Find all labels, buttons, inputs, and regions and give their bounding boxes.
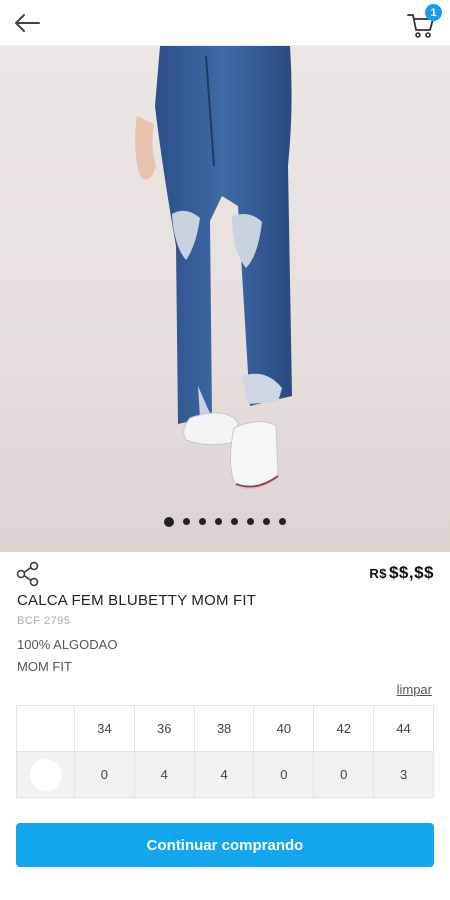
pagination-dot[interactable] (215, 518, 222, 525)
continue-shopping-button[interactable]: Continuar comprando (16, 823, 434, 867)
product-name: CALCA FEM BLUBETTY MOM FIT (17, 592, 257, 609)
size-header-cell: 40 (253, 705, 315, 752)
arrow-left-icon (15, 14, 40, 32)
pagination-dot[interactable] (183, 518, 190, 525)
back-button[interactable] (10, 8, 44, 38)
pagination-dot[interactable] (263, 518, 270, 525)
size-grid: 34 36 38 40 42 44 0 4 4 0 0 3 (16, 705, 434, 798)
size-header-empty (16, 705, 75, 752)
color-swatch[interactable] (29, 758, 62, 791)
size-header-row: 34 36 38 40 42 44 (16, 705, 434, 752)
clear-selection-link[interactable]: limpar (397, 682, 432, 697)
size-quantity-cell[interactable]: 4 (193, 751, 255, 798)
price-value: $$,$$ (388, 563, 434, 582)
size-header-cell: 42 (313, 705, 375, 752)
size-quantity-cell[interactable]: 0 (74, 751, 135, 798)
size-header-cell: 36 (133, 705, 195, 752)
product-code: BCF 2795 (17, 615, 71, 627)
size-quantity-cell[interactable]: 4 (133, 751, 195, 798)
product-photo-jeans (135, 46, 292, 489)
size-quantity-cell[interactable]: 0 (253, 751, 315, 798)
product-image[interactable] (0, 46, 450, 552)
size-header-cell: 34 (74, 705, 135, 752)
cart-count-badge: 1 (425, 4, 442, 21)
cart-button[interactable]: 1 (406, 4, 442, 40)
pagination-dot[interactable] (247, 518, 254, 525)
share-icon (16, 561, 39, 587)
share-button[interactable] (14, 560, 42, 588)
size-quantity-cell[interactable]: 0 (313, 751, 375, 798)
product-description-composition: 100% ALGODAO (17, 637, 118, 652)
pagination-dot[interactable] (199, 518, 206, 525)
product-price: R$ $$,$$ (369, 563, 434, 583)
pagination-dot[interactable] (279, 518, 286, 525)
pagination-dot[interactable] (231, 518, 238, 525)
size-header-cell: 38 (193, 705, 255, 752)
pagination-dot-active[interactable] (164, 517, 174, 527)
color-swatch-cell[interactable] (16, 751, 75, 798)
top-bar: 1 (0, 0, 450, 46)
size-quantity-cell[interactable]: 3 (373, 751, 434, 798)
gallery-pagination (0, 517, 450, 527)
product-description-fit: MOM FIT (17, 659, 72, 674)
price-currency: R$ (369, 566, 387, 581)
size-quantity-row: 0 4 4 0 0 3 (16, 751, 434, 798)
size-header-cell: 44 (373, 705, 434, 752)
